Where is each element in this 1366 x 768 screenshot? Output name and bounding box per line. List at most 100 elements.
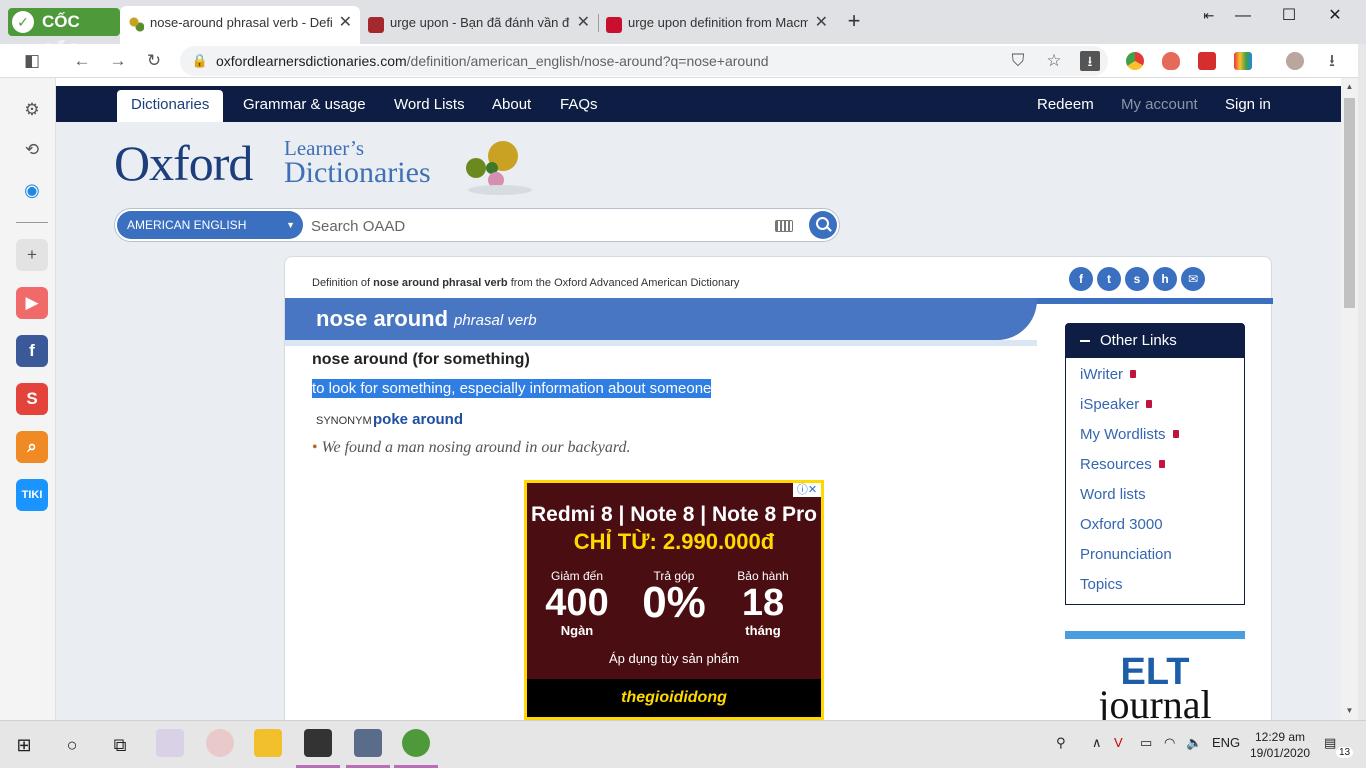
paint-icon[interactable] xyxy=(206,729,234,757)
page-scrollbar[interactable]: ▲ ▼ xyxy=(1341,78,1358,720)
tab-close-icon[interactable]: ✕ xyxy=(577,8,590,38)
clock[interactable]: 12:29 am 19/01/2020 xyxy=(1250,729,1310,761)
address-bar[interactable]: 🔒 oxfordlearnersdictionaries.com/definit… xyxy=(180,46,1108,76)
facebook-icon[interactable]: f xyxy=(16,335,48,367)
settings-icon[interactable]: ⚙ xyxy=(16,94,48,126)
tab-oxford[interactable]: nose-around phrasal verb - Definit ✕ xyxy=(120,6,360,44)
link-pronunciation[interactable]: Pronunciation xyxy=(1080,546,1172,563)
search-shortcut-icon[interactable]: ⌕ xyxy=(16,431,48,463)
part-of-speech: phrasal verb xyxy=(454,312,537,329)
synonym-link[interactable]: poke around xyxy=(373,411,463,428)
cortana-icon[interactable]: ○ xyxy=(60,733,84,757)
tiki-icon[interactable]: TIKI xyxy=(16,479,48,511)
bookmark-star-icon[interactable]: ☆ xyxy=(1044,51,1064,71)
nav-about[interactable]: About xyxy=(492,86,531,124)
downloads-icon[interactable]: ⭳ xyxy=(1322,51,1342,71)
shield-extension-icon[interactable] xyxy=(1162,52,1180,70)
ad-warranty: Bảo hành 18 tháng xyxy=(737,569,789,638)
tab-urge-upon[interactable]: urge upon - Bạn đã đánh vần đúng ✕ xyxy=(360,8,598,38)
new-tab-button[interactable]: + xyxy=(843,10,865,32)
ad-close-icon[interactable]: ⓘ✕ xyxy=(793,483,821,497)
app-icon-2[interactable] xyxy=(354,729,382,757)
nav-wordlists[interactable]: Word Lists xyxy=(394,86,465,124)
reload-icon[interactable]: ↻ xyxy=(144,51,164,71)
messenger-icon[interactable]: ◉ xyxy=(16,174,48,206)
link-ispeaker[interactable]: iSpeaker xyxy=(1080,396,1153,413)
link-word-lists[interactable]: Word lists xyxy=(1080,486,1146,503)
nav-dictionaries[interactable]: Dictionaries xyxy=(117,90,224,122)
scroll-down-icon[interactable]: ▼ xyxy=(1344,706,1355,716)
nav-my-account[interactable]: My account xyxy=(1121,86,1198,124)
battery-icon[interactable]: ▭ xyxy=(1140,735,1152,751)
tray-expand-icon[interactable]: ∧ xyxy=(1092,735,1102,751)
hi5-share-icon[interactable]: h xyxy=(1153,267,1177,291)
youtube-icon[interactable]: ▶ xyxy=(16,287,48,319)
wifi-icon[interactable]: ◠ xyxy=(1164,735,1175,751)
scroll-thumb[interactable] xyxy=(1344,98,1355,308)
link-iwriter[interactable]: iWriter xyxy=(1080,366,1137,383)
shield-icon[interactable]: ⛉ xyxy=(1008,51,1028,71)
nav-faqs[interactable]: FAQs xyxy=(560,86,598,124)
windows-start-icon[interactable]: ⊞ xyxy=(12,733,36,757)
file-explorer-icon[interactable] xyxy=(254,729,282,757)
notification-count: 13 xyxy=(1336,747,1354,758)
profile-avatar[interactable] xyxy=(1286,52,1304,70)
add-shortcut-icon[interactable]: + xyxy=(16,239,48,271)
link-resources[interactable]: Resources xyxy=(1080,456,1165,473)
app-icon[interactable] xyxy=(156,729,184,757)
search-button[interactable] xyxy=(809,211,837,239)
forward-icon[interactable]: → xyxy=(108,51,128,71)
logo-spheres-icon xyxy=(466,141,532,195)
back-icon[interactable]: ← xyxy=(72,51,92,71)
coccoc-logo[interactable]: ✓CỐC CỐC xyxy=(8,8,120,59)
adblock-extension-icon[interactable] xyxy=(1198,52,1216,70)
url-text[interactable]: oxfordlearnersdictionaries.com/definitio… xyxy=(216,46,769,76)
dictionary-select[interactable]: AMERICAN ENGLISH ▼ xyxy=(117,211,303,239)
tab-title: urge upon definition from Macmill xyxy=(628,15,808,30)
tab-close-icon[interactable]: ✕ xyxy=(815,8,828,38)
oxford-favicon xyxy=(128,16,144,32)
twitter-share-icon[interactable]: t xyxy=(1097,267,1121,291)
maximize-button[interactable]: ☐ xyxy=(1274,6,1304,26)
color-extension-icon[interactable] xyxy=(1234,52,1252,70)
email-share-icon[interactable]: ✉ xyxy=(1181,267,1205,291)
shopee-icon[interactable]: S xyxy=(16,383,48,415)
volume-icon[interactable]: 🔈 xyxy=(1186,735,1202,751)
close-window-button[interactable]: ✕ xyxy=(1320,6,1350,26)
history-icon[interactable]: ⟲ xyxy=(16,134,48,166)
cambridge-favicon xyxy=(368,17,384,33)
keyboard-icon[interactable] xyxy=(775,220,793,232)
language-indicator[interactable]: ENG xyxy=(1212,735,1240,750)
other-links-header[interactable]: Other Links xyxy=(1066,324,1244,358)
unikey-icon[interactable]: V xyxy=(1114,735,1123,750)
restore-tabs-icon[interactable]: ⇤ xyxy=(1194,6,1224,26)
stumbleupon-share-icon[interactable]: s xyxy=(1125,267,1149,291)
nav-grammar[interactable]: Grammar & usage xyxy=(243,86,366,124)
headword: nose around xyxy=(316,306,449,331)
advertisement[interactable]: ⓘ✕ Redmi 8 | Note 8 | Note 8 Pro CHỈ TỪ:… xyxy=(524,480,824,720)
minimize-button[interactable]: — xyxy=(1228,6,1258,26)
people-icon[interactable]: ⚲ xyxy=(1056,735,1066,751)
sticky-notes-icon[interactable] xyxy=(304,729,332,757)
link-my-wordlists[interactable]: My Wordlists xyxy=(1080,426,1179,443)
notifications-icon[interactable]: ▤ xyxy=(1324,735,1336,751)
chrome-extension-icon[interactable] xyxy=(1126,52,1144,70)
nav-redeem[interactable]: Redeem xyxy=(1037,86,1094,124)
tab-close-icon[interactable]: ✕ xyxy=(339,6,352,40)
site-navbar: Dictionaries Grammar & usage Word Lists … xyxy=(56,86,1341,122)
link-topics[interactable]: Topics xyxy=(1080,576,1123,593)
search-input[interactable] xyxy=(311,213,761,239)
coccoc-taskbar-icon[interactable] xyxy=(402,729,430,757)
facebook-share-icon[interactable]: f xyxy=(1069,267,1093,291)
tab-macmillan[interactable]: urge upon definition from Macmill ✕ xyxy=(598,8,836,38)
ad-banner[interactable]: ⓘ✕ Redmi 8 | Note 8 | Note 8 Pro CHỈ TỪ:… xyxy=(527,483,821,717)
link-oxford-3000[interactable]: Oxford 3000 xyxy=(1080,516,1163,533)
download-page-icon[interactable]: ⭳ xyxy=(1080,51,1100,71)
scroll-up-icon[interactable]: ▲ xyxy=(1344,82,1355,92)
oxford-logo-text[interactable]: Oxford xyxy=(114,134,253,192)
elt-journal-promo[interactable]: ELT journal xyxy=(1065,631,1245,720)
lock-icon[interactable]: 🔒 xyxy=(190,51,210,71)
nav-sign-in[interactable]: Sign in xyxy=(1225,86,1271,124)
task-view-icon[interactable]: ⧉ xyxy=(108,733,132,757)
sidebar-toggle-icon[interactable]: ◧ xyxy=(22,51,42,71)
